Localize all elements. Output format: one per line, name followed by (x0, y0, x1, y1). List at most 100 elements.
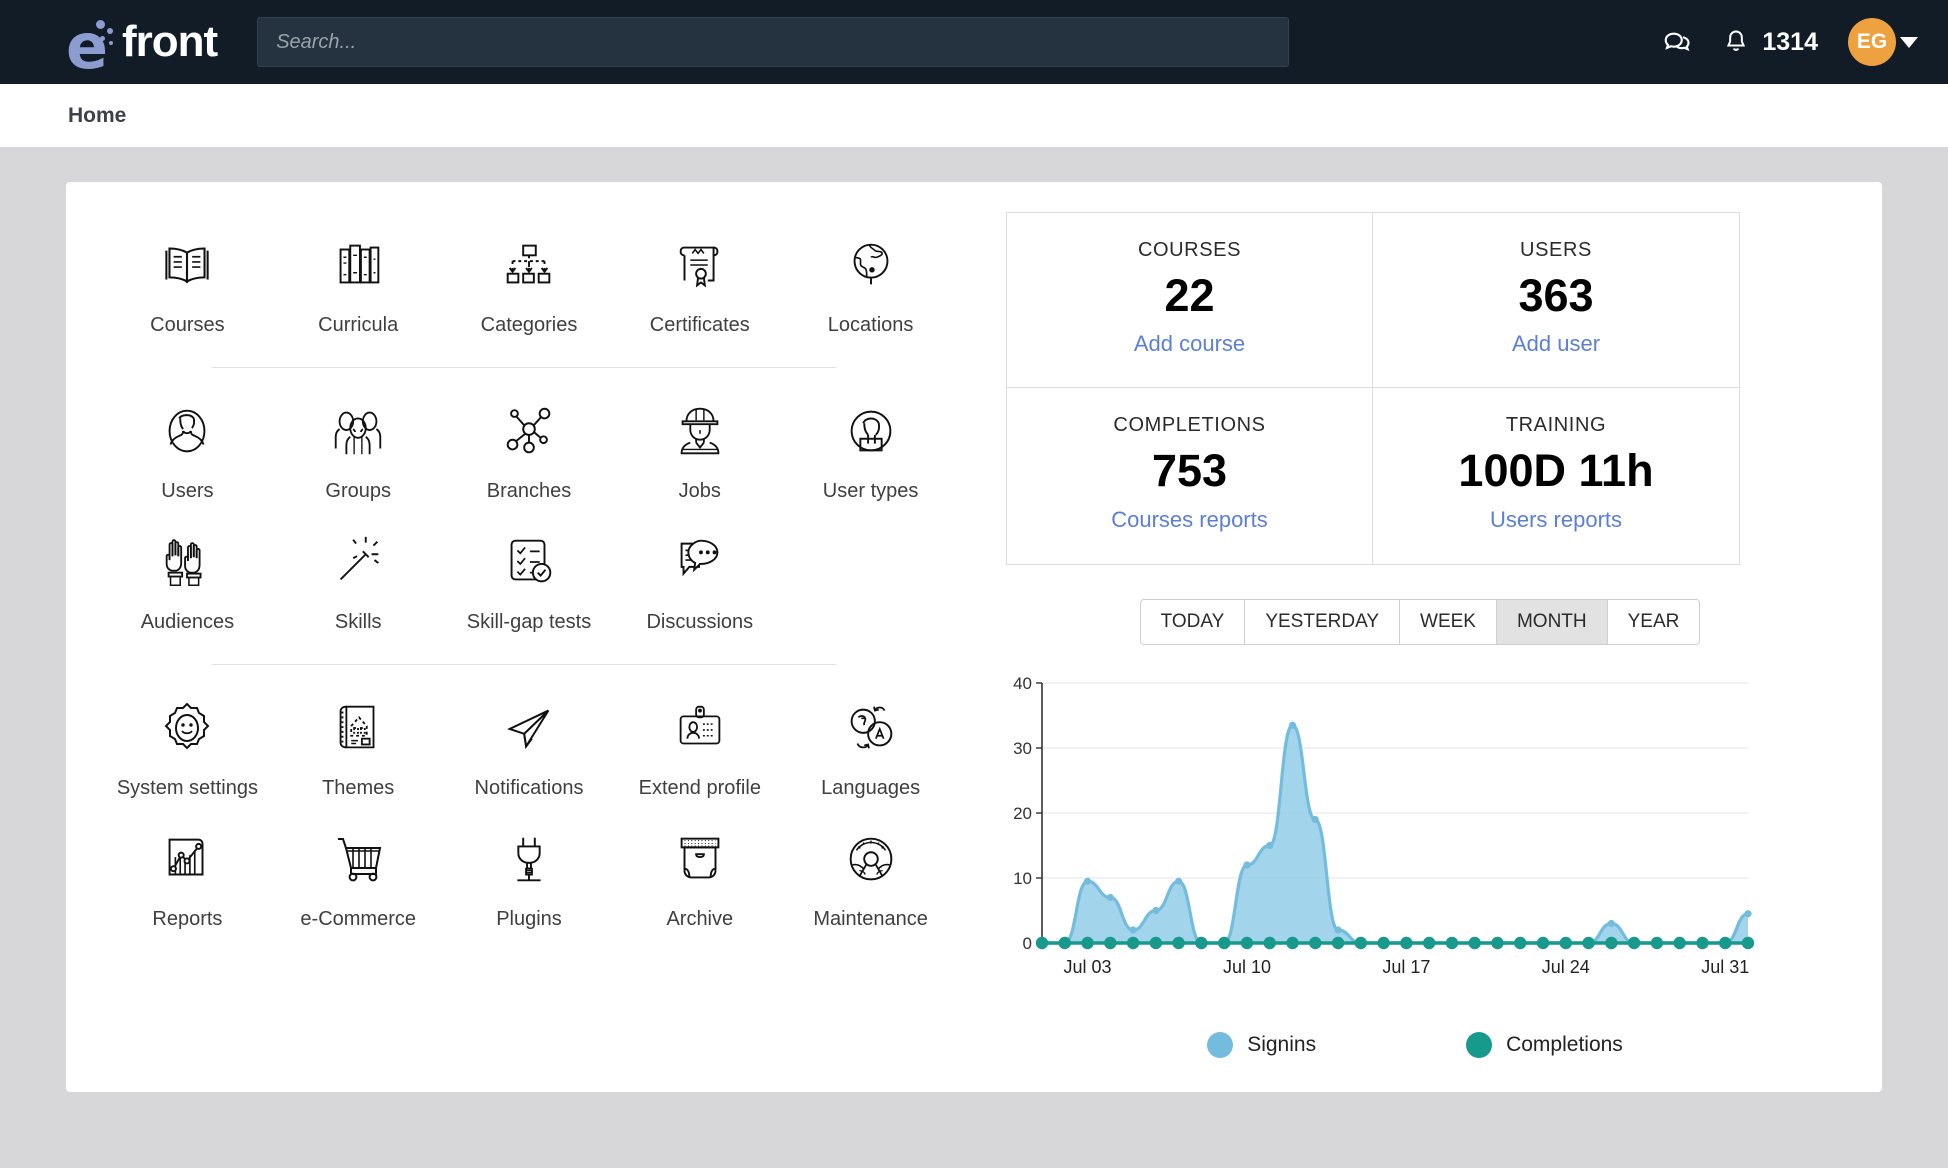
messages-button[interactable] (1662, 27, 1692, 57)
tile-themes[interactable]: Themes (273, 675, 444, 812)
chat-bubbles-icon (1665, 32, 1690, 51)
breadcrumb-item-home[interactable]: Home (68, 104, 126, 128)
tile-label: Skills (334, 611, 382, 633)
legend-item-signins[interactable]: Signins (1207, 1031, 1316, 1058)
add-user-link[interactable]: Add user (1383, 331, 1729, 357)
tile-label: User types (822, 480, 919, 502)
power-plug-icon (492, 822, 566, 896)
users-reports-link[interactable]: Users reports (1383, 507, 1729, 533)
tile-label: Archive (666, 908, 734, 930)
tile-extend-profile[interactable]: Extend profile (614, 675, 785, 812)
tile-label: Locations (827, 314, 914, 336)
bell-icon (1727, 30, 1746, 51)
tile-audiences[interactable]: Audiences (102, 509, 273, 646)
tile-user-types[interactable]: User types (785, 378, 956, 515)
network-nodes-icon (492, 394, 566, 468)
logo-letter: e (66, 10, 109, 83)
tile-label: Certificates (649, 314, 750, 336)
tile-discussions[interactable]: Discussions (614, 509, 785, 646)
period-today[interactable]: TODAY (1140, 599, 1246, 644)
svg-text:10: 10 (1013, 869, 1032, 888)
legend-item-completions[interactable]: Completions (1466, 1031, 1623, 1058)
tile-categories[interactable]: Categories (444, 212, 615, 349)
period-filter: TODAY YESTERDAY WEEK MONTH YEAR (1006, 598, 1834, 645)
tile-label: Categories (480, 314, 578, 336)
paper-plane-icon (492, 691, 566, 765)
tile-users[interactable]: Users (102, 378, 273, 515)
period-yesterday[interactable]: YESTERDAY (1245, 599, 1401, 644)
tile-branches[interactable]: Branches (444, 378, 615, 515)
period-month[interactable]: MONTH (1496, 599, 1608, 644)
tile-ecommerce[interactable]: e-Commerce (273, 806, 444, 943)
tile-skills[interactable]: Skills (273, 509, 444, 646)
tile-label: System settings (116, 777, 258, 799)
tile-label: Users (161, 480, 214, 502)
person-oval-icon (150, 394, 224, 468)
globe-icon (834, 228, 908, 302)
analytics-panel: COURSES 22 Add course USERS 363 Add user… (986, 212, 1882, 1058)
stat-label: COURSES (1137, 239, 1242, 261)
tile-archive[interactable]: Archive (614, 806, 785, 943)
legend-label: Completions (1506, 1032, 1623, 1056)
svg-text:Jul 17: Jul 17 (1382, 957, 1430, 977)
period-year[interactable]: YEAR (1607, 599, 1700, 644)
svg-text:30: 30 (1013, 739, 1032, 758)
efront-e-mark-icon: e (66, 10, 114, 83)
search-input[interactable] (276, 30, 1271, 54)
id-badge-icon (663, 691, 737, 765)
courses-reports-link[interactable]: Courses reports (1017, 507, 1362, 533)
shortcut-group-content: Courses Curricula Categories Certificate… (102, 212, 956, 349)
svg-text:20: 20 (1013, 804, 1032, 823)
open-book-icon (150, 228, 224, 302)
tile-courses[interactable]: Courses (102, 212, 273, 349)
stat-label: COMPLETIONS (1113, 414, 1266, 437)
tile-label: Notifications (474, 777, 584, 799)
notification-count: 1314 (1762, 27, 1818, 56)
svg-text:40: 40 (1013, 674, 1032, 693)
tile-label: Extend profile (638, 777, 761, 799)
certificate-scroll-icon (663, 228, 737, 302)
add-course-link[interactable]: Add course (1017, 331, 1362, 357)
people-group-icon (321, 394, 395, 468)
stat-value: 22 (1164, 270, 1215, 321)
tile-notifications[interactable]: Notifications (444, 675, 615, 812)
tile-label: e-Commerce (300, 908, 416, 930)
stat-label: TRAINING (1505, 414, 1607, 437)
tile-plugins[interactable]: Plugins (444, 806, 615, 943)
brand-wordmark: front (122, 17, 218, 66)
tile-label: Curricula (318, 314, 399, 336)
tile-system-settings[interactable]: System settings (102, 675, 273, 812)
search-box[interactable] (257, 17, 1290, 67)
tile-label: Plugins (496, 908, 562, 930)
tile-label: Maintenance (813, 908, 928, 930)
completions-color-swatch (1466, 1031, 1493, 1058)
tile-label: Groups (325, 480, 391, 502)
tile-empty-slot (785, 509, 956, 646)
tile-skill-gap-tests[interactable]: Skill-gap tests (444, 509, 615, 646)
period-week[interactable]: WEEK (1400, 599, 1497, 644)
notifications-button[interactable]: 1314 (1722, 28, 1818, 57)
user-menu[interactable]: EG (1848, 18, 1918, 66)
module-shortcuts-panel: Courses Curricula Categories Certificate… (66, 212, 986, 1058)
signins-color-swatch (1207, 1031, 1234, 1058)
tile-curricula[interactable]: Curricula (273, 212, 444, 349)
breadcrumb: Home (0, 84, 1948, 147)
tile-reports[interactable]: Reports (102, 806, 273, 943)
tile-locations[interactable]: Locations (785, 212, 956, 349)
tile-label: Reports (152, 908, 223, 930)
section-divider (212, 367, 836, 368)
brand-logo[interactable]: e front (66, 10, 218, 83)
shortcut-group-people: Users Groups Branches Jobs User types Au… (102, 378, 956, 646)
tile-jobs[interactable]: Jobs (614, 378, 785, 515)
tile-languages[interactable]: Languages (785, 675, 956, 812)
speech-bubbles-icon (663, 525, 737, 599)
tile-maintenance[interactable]: Maintenance (785, 806, 956, 943)
svg-text:Jul 24: Jul 24 (1542, 957, 1590, 977)
hierarchy-folders-icon (492, 228, 566, 302)
tile-certificates[interactable]: Certificates (614, 212, 785, 349)
tile-label: Jobs (678, 480, 721, 502)
activity-area-chart: 0 10 20 30 40 Jul 03 Jul 10 Jul 17 Jul 24 Jul 31 (1013, 674, 1755, 977)
tile-groups[interactable]: Groups (273, 378, 444, 515)
stat-label: USERS (1520, 239, 1592, 261)
stat-card-users: USERS 363 Add user (1373, 213, 1739, 389)
